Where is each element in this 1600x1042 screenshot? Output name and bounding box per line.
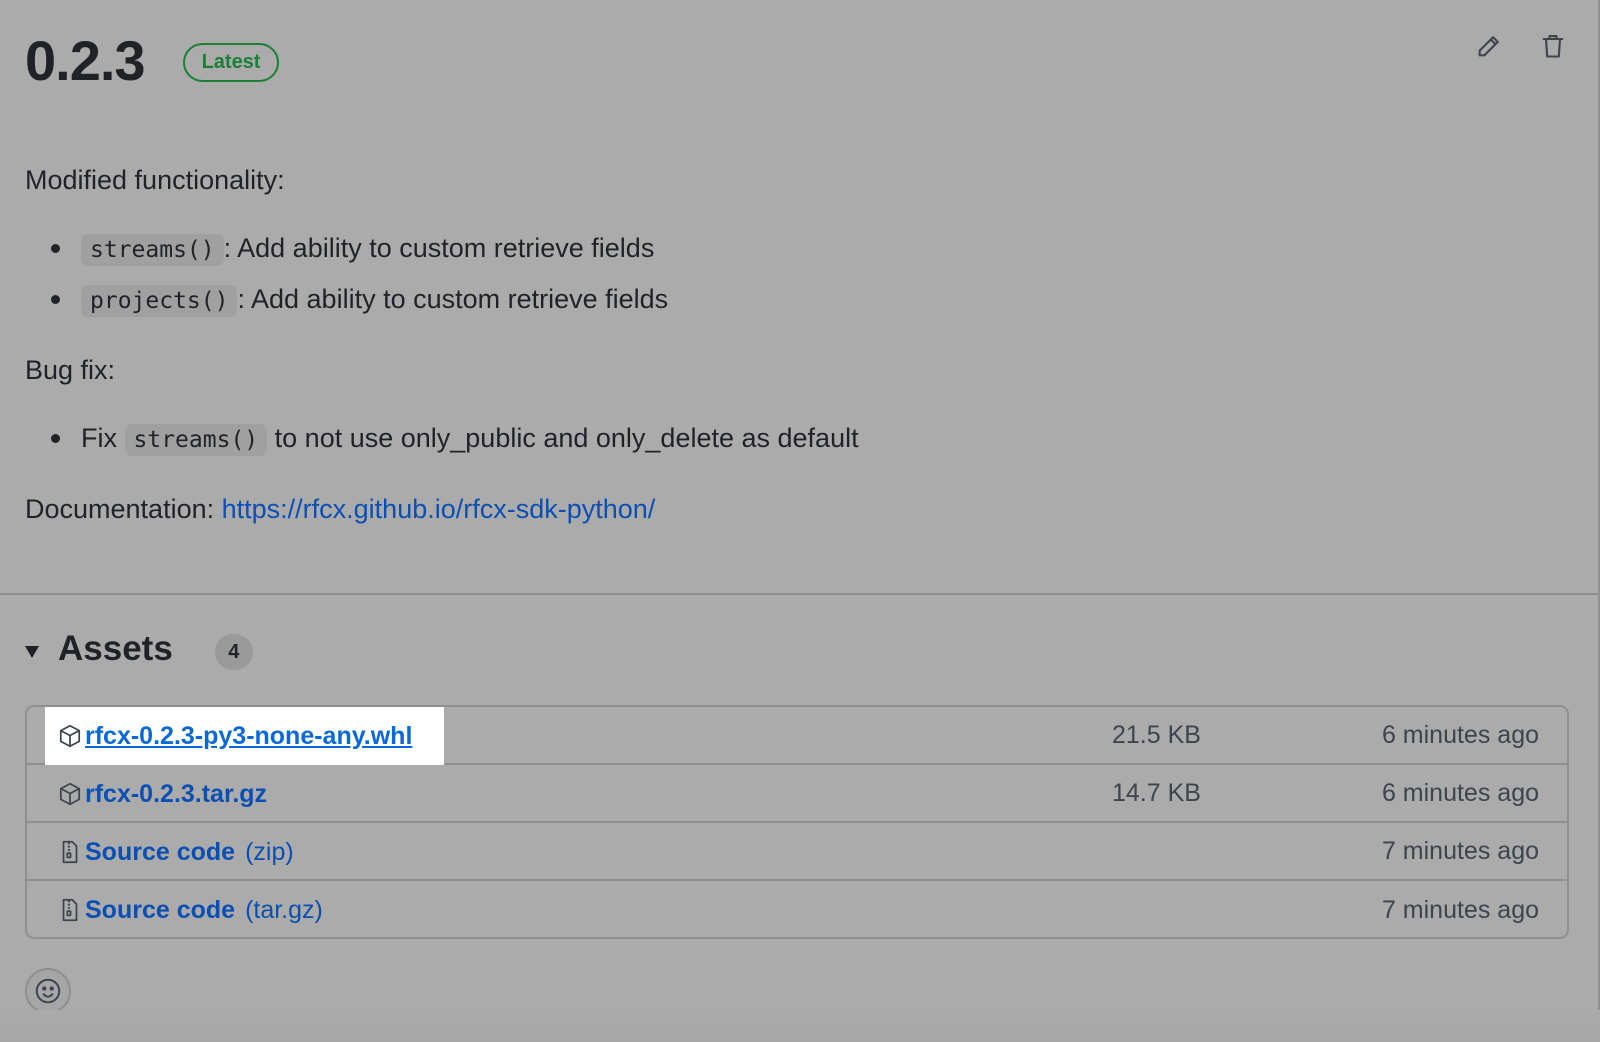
release-header: 0.2.3 Latest (25, 28, 280, 93)
release-card: 0.2.3 Latest Modified functionality: str… (0, 0, 1600, 1042)
bugfix-heading: Bug fix: (25, 355, 116, 385)
asset-suffix[interactable]: (tar.gz) (245, 896, 323, 925)
asset-link[interactable]: Source code (85, 838, 235, 867)
assets-list: rfcx-0.2.3-py3-none-any.whl 21.5 KB 6 mi… (25, 705, 1569, 939)
release-version[interactable]: 0.2.3 (25, 28, 146, 93)
modified-heading: Modified functionality: (25, 165, 285, 195)
asset-size: 14.7 KB (1112, 778, 1201, 807)
asset-time: 7 minutes ago (1381, 895, 1539, 924)
release-actions (1474, 30, 1568, 62)
asset-time: 7 minutes ago (1381, 836, 1539, 865)
file-zip-icon (57, 896, 83, 924)
asset-link[interactable]: Source code (85, 896, 235, 925)
list-item-text: : Add ability to custom retrieve fields (237, 284, 669, 314)
asset-row: rfcx-0.2.3-py3-none-any.whl 21.5 KB 6 mi… (27, 707, 1567, 765)
asset-size: 21.5 KB (1112, 720, 1201, 749)
asset-time: 6 minutes ago (1381, 720, 1539, 749)
modified-list: streams(): Add ability to custom retriev… (25, 224, 1525, 326)
asset-link[interactable]: rfcx-0.2.3.tar.gz (85, 780, 267, 809)
assets-title: Assets (58, 629, 173, 668)
asset-link-area[interactable]: Source code (zip) (45, 823, 306, 881)
asset-suffix[interactable]: (zip) (245, 838, 294, 867)
assets-count-badge: 4 (214, 634, 253, 670)
pencil-icon (1478, 36, 1499, 57)
divider (0, 593, 1600, 595)
asset-row: Source code (tar.gz) 7 minutes ago (27, 881, 1567, 937)
asset-time: 6 minutes ago (1381, 778, 1539, 807)
asset-link-area[interactable]: rfcx-0.2.3-py3-none-any.whl (45, 707, 445, 765)
documentation-link[interactable]: https://rfcx.github.io/rfcx-sdk-python/ (222, 494, 656, 524)
inline-code: projects() (81, 285, 238, 317)
inline-code: streams() (124, 424, 268, 456)
add-reaction-button[interactable] (25, 968, 71, 1014)
asset-row: rfcx-0.2.3.tar.gz 14.7 KB 6 minutes ago (27, 765, 1567, 823)
release-notes: Modified functionality: streams(): Add a… (25, 160, 1525, 529)
trash-icon (1542, 35, 1564, 58)
smiley-icon (35, 978, 61, 1004)
list-item: projects(): Add ability to custom retrie… (25, 275, 1525, 326)
assets-toggle[interactable]: Assets 4 (25, 628, 253, 670)
list-item: Fix streams() to not use only_public and… (25, 414, 1525, 465)
list-item-prefix: Fix (81, 423, 117, 453)
file-zip-icon (57, 838, 83, 866)
inline-code: streams() (81, 234, 224, 266)
package-icon (57, 722, 83, 750)
asset-link-area[interactable]: rfcx-0.2.3.tar.gz (45, 765, 279, 823)
bottom-shade (0, 1010, 1600, 1042)
delete-button[interactable] (1538, 30, 1568, 62)
list-item-text: to not use only_public and only_delete a… (274, 423, 859, 453)
list-item: streams(): Add ability to custom retriev… (25, 224, 1525, 275)
triangle-down-icon (25, 646, 39, 658)
documentation-line: Documentation: https://rfcx.github.io/rf… (25, 489, 1525, 529)
asset-link[interactable]: rfcx-0.2.3-py3-none-any.whl (85, 722, 412, 751)
bugfix-list: Fix streams() to not use only_public and… (25, 414, 1525, 465)
documentation-label: Documentation: (25, 494, 215, 524)
asset-row: Source code (zip) 7 minutes ago (27, 823, 1567, 881)
latest-badge: Latest (182, 43, 280, 82)
edit-button[interactable] (1474, 30, 1504, 62)
package-icon (57, 780, 83, 808)
list-item-text: : Add ability to custom retrieve fields (223, 233, 655, 263)
asset-link-area[interactable]: Source code (tar.gz) (45, 881, 335, 937)
